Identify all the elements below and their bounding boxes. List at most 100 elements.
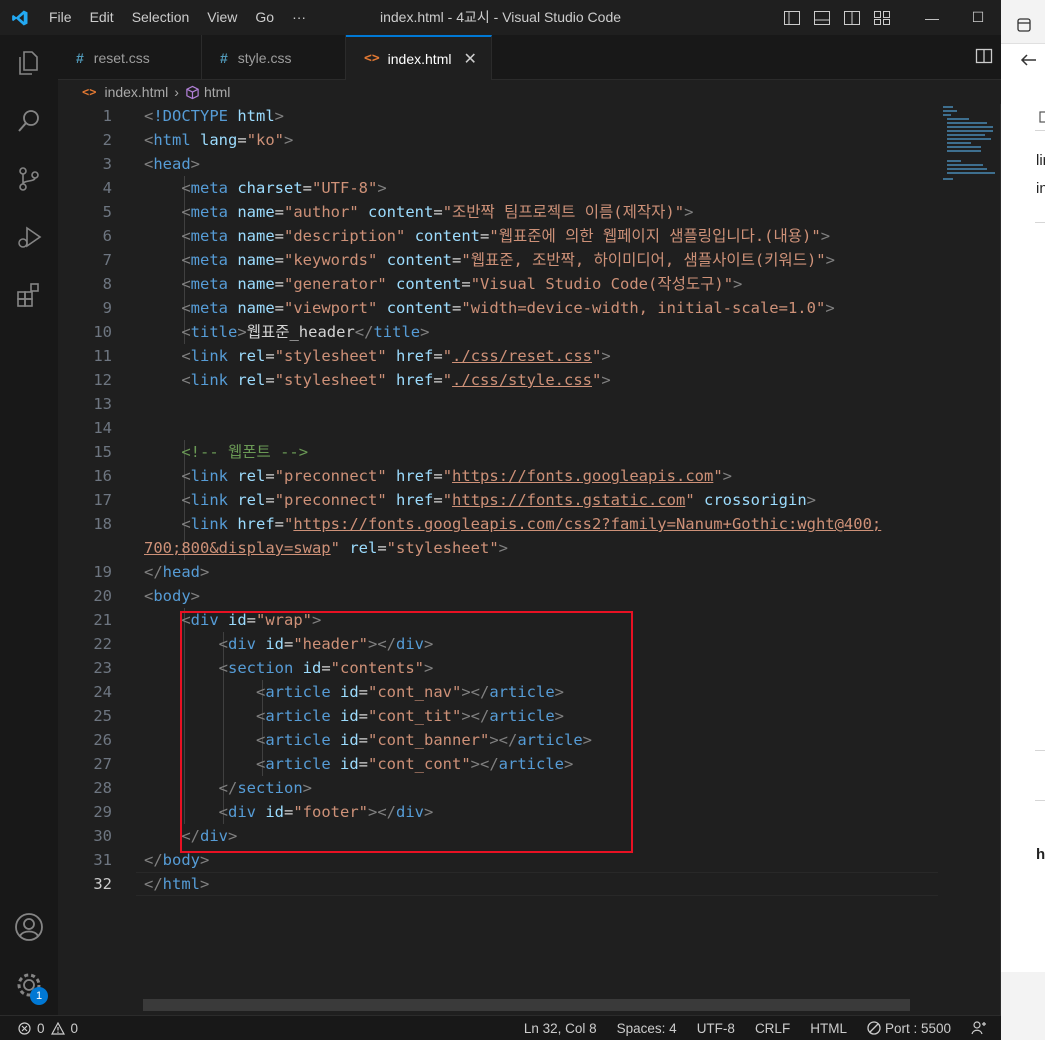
indentation[interactable]: Spaces: 4	[617, 1021, 677, 1036]
code-line[interactable]: 31 </body>	[58, 848, 938, 872]
code-line[interactable]: 14	[58, 416, 938, 440]
encoding[interactable]: UTF-8	[697, 1021, 735, 1036]
code-line[interactable]: 3 <head>	[58, 152, 938, 176]
minimap[interactable]	[939, 104, 1001, 184]
breadcrumb-file[interactable]: index.html	[104, 84, 168, 100]
explorer-icon[interactable]	[0, 39, 58, 87]
code-line[interactable]: 25 <article id="cont_tit"></article>	[58, 704, 938, 728]
code-line[interactable]: 22 <div id="header"></div>	[58, 632, 938, 656]
code-line[interactable]: 11 <link rel="stylesheet" href="./css/re…	[58, 344, 938, 368]
horizontal-scrollbar[interactable]	[143, 999, 910, 1011]
code-token: "author"	[284, 203, 359, 221]
maximize-button[interactable]: ☐	[955, 9, 1001, 26]
code-token: article	[498, 755, 564, 773]
code-line[interactable]: 15 <!-- 웹폰트 -->	[58, 440, 938, 464]
code-line[interactable]: 7 <meta name="keywords" content="웹표준, 조반…	[58, 248, 938, 272]
split-editor-icon[interactable]	[975, 47, 993, 68]
line-number: 12	[93, 371, 112, 389]
code-line[interactable]: 23 <section id="contents">	[58, 656, 938, 680]
manage-gear-icon[interactable]: 1	[0, 961, 58, 1009]
breadcrumb-symbol[interactable]: html	[204, 84, 230, 100]
code-line[interactable]: 30 </div>	[58, 824, 938, 848]
code-token: rel	[237, 347, 266, 365]
code-line[interactable]: 9 <meta name="viewport" content="width=d…	[58, 296, 938, 320]
code-line[interactable]: 2 <html lang="ko">	[58, 128, 938, 152]
toggle-secondary-sidebar-icon[interactable]	[843, 10, 861, 26]
tab-reset-css[interactable]: # reset.css	[58, 35, 202, 80]
code-line[interactable]: 6 <meta name="description" content="웹표준에…	[58, 224, 938, 248]
code-line[interactable]: 13	[58, 392, 938, 416]
code-token: "stylesheet"	[274, 347, 387, 365]
line-number: 10	[93, 323, 112, 341]
problems-indicator[interactable]: 0 0	[18, 1021, 78, 1036]
code-line[interactable]: 24 <article id="cont_nav"></article>	[58, 680, 938, 704]
line-number: 23	[93, 659, 112, 677]
code-line[interactable]: 19 </head>	[58, 560, 938, 584]
code-token: >	[601, 347, 611, 365]
language-mode[interactable]: HTML	[810, 1021, 847, 1036]
code-line[interactable]: 17 <link rel="preconnect" href="https://…	[58, 488, 938, 512]
code-line[interactable]: 8 <meta name="generator" content="Visual…	[58, 272, 938, 296]
line-number: 17	[93, 491, 112, 509]
tab-style-css[interactable]: # style.css	[202, 35, 346, 80]
accounts-icon[interactable]	[0, 903, 58, 951]
code-line[interactable]: 18 <link href="https://fonts.googleapis.…	[58, 512, 938, 536]
menu-item[interactable]: File	[40, 0, 81, 35]
code-line[interactable]: 10 <title>웹표준_header</title>	[58, 320, 938, 344]
menu-item[interactable]: Edit	[81, 0, 123, 35]
code-line[interactable]: 28 </section>	[58, 776, 938, 800]
code-line[interactable]: 4 <meta charset="UTF-8">	[58, 176, 938, 200]
code-token: >	[722, 467, 733, 485]
code-token: <	[181, 251, 191, 269]
code-token: >	[302, 779, 312, 797]
code-line[interactable]: 27 <article id="cont_cont"></article>	[58, 752, 938, 776]
code-token: =	[265, 371, 275, 389]
customize-layout-icon[interactable]	[873, 10, 891, 26]
tab-actions-icon[interactable]	[1017, 18, 1031, 35]
toggle-panel-icon[interactable]	[813, 10, 831, 26]
code-line[interactable]: 20 <body>	[58, 584, 938, 608]
menu-item[interactable]: Go	[246, 0, 283, 35]
code-token: div	[396, 803, 424, 821]
cursor-position[interactable]: Ln 32, Col 8	[524, 1021, 597, 1036]
menu-item[interactable]: View	[198, 0, 246, 35]
code-editor[interactable]: 1 <!DOCTYPE html> 2 <html lang="ko"> 3 <head>…	[58, 104, 1001, 1015]
search-icon[interactable]	[0, 97, 58, 145]
run-debug-icon[interactable]	[0, 213, 58, 261]
code-line[interactable]: 16 <link rel="preconnect" href="https://…	[58, 464, 938, 488]
code-line[interactable]: 29 <div id="footer"></div>	[58, 800, 938, 824]
menu-item[interactable]: Selection	[123, 0, 199, 35]
close-tab-icon[interactable]: ✕	[463, 49, 476, 69]
toggle-primary-sidebar-icon[interactable]	[783, 10, 801, 26]
line-number: 14	[93, 419, 112, 437]
checkbox-icon[interactable]	[1039, 110, 1045, 126]
code-token: >	[601, 371, 611, 389]
feedback-icon[interactable]	[971, 1020, 987, 1036]
code-line[interactable]: 32 </html>	[58, 872, 938, 896]
source-control-icon[interactable]	[0, 155, 58, 203]
line-number: 19	[93, 563, 112, 581]
back-arrow-icon[interactable]	[1019, 52, 1037, 71]
code-line[interactable]: 1 <!DOCTYPE html>	[58, 104, 938, 128]
code-token: >	[190, 155, 201, 173]
code-line[interactable]: 12 <link rel="stylesheet" href="./css/st…	[58, 368, 938, 392]
code-token: ></	[489, 731, 518, 749]
end-of-line[interactable]: CRLF	[755, 1021, 790, 1036]
code-line[interactable]: 26 <article id="cont_banner"></article>	[58, 728, 938, 752]
code-line[interactable]: 5 <meta name="author" content="조반짝 팀프로젝트…	[58, 200, 938, 224]
extensions-icon[interactable]	[0, 271, 58, 319]
code-token: </	[218, 779, 238, 797]
live-server-port[interactable]: Port : 5500	[867, 1021, 951, 1036]
code-line[interactable]: 700;800&display=swap" rel="stylesheet">	[58, 536, 938, 560]
minimize-button[interactable]: —	[909, 10, 955, 26]
tab-index-html[interactable]: <> index.html ✕	[346, 35, 492, 80]
menu-item[interactable]: ···	[283, 0, 315, 35]
code-line[interactable]: 21 <div id="wrap">	[58, 608, 938, 632]
line-number: 2	[102, 131, 112, 149]
